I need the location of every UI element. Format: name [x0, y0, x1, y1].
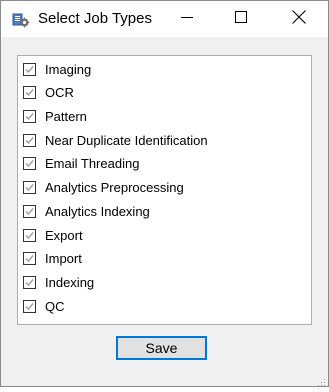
job-type-label: Import: [45, 250, 82, 266]
job-type-label: Pattern: [45, 108, 87, 124]
save-button[interactable]: Save: [116, 336, 207, 360]
checkbox[interactable]: [23, 228, 36, 242]
job-type-label: Email Threading: [45, 155, 140, 171]
minimize-button[interactable]: [164, 1, 210, 37]
job-type-label: Near Duplicate Identification: [45, 132, 208, 148]
job-type-export[interactable]: Export: [23, 225, 83, 245]
checkbox[interactable]: [23, 180, 36, 194]
job-type-label: Analytics Indexing: [45, 203, 150, 219]
job-type-analytics-indexing[interactable]: Analytics Indexing: [23, 201, 150, 221]
job-types-app-icon: [12, 11, 30, 29]
job-type-email-threading[interactable]: Email Threading: [23, 153, 139, 173]
checkbox[interactable]: [23, 299, 36, 313]
select-job-types-dialog: Select Job Types Imaging OCR Pattern Nea…: [0, 0, 329, 387]
job-types-list: Imaging OCR Pattern Near Duplicate Ident…: [17, 55, 312, 325]
maximize-button[interactable]: [218, 1, 264, 37]
checkbox[interactable]: [23, 133, 36, 147]
job-type-pattern[interactable]: Pattern: [23, 106, 87, 126]
maximize-icon: [235, 10, 247, 28]
job-type-label: QC: [45, 298, 65, 314]
close-icon: [292, 9, 306, 29]
job-type-imaging[interactable]: Imaging: [23, 59, 91, 79]
window-title: Select Job Types: [38, 10, 152, 27]
job-type-import[interactable]: Import: [23, 248, 82, 268]
close-button[interactable]: [276, 1, 322, 37]
checkbox[interactable]: [23, 85, 36, 99]
checkbox[interactable]: [23, 275, 36, 289]
resize-grip-icon[interactable]: [316, 374, 326, 386]
checkbox[interactable]: [23, 109, 36, 123]
job-type-label: Analytics Preprocessing: [45, 179, 184, 195]
job-type-label: Export: [45, 227, 83, 243]
job-type-analytics-preprocessing[interactable]: Analytics Preprocessing: [23, 177, 184, 197]
job-type-label: Indexing: [45, 274, 95, 290]
job-type-label: OCR: [45, 84, 74, 100]
job-type-near-duplicate-identification[interactable]: Near Duplicate Identification: [23, 130, 208, 150]
job-type-indexing[interactable]: Indexing: [23, 272, 94, 292]
checkbox[interactable]: [23, 156, 36, 170]
checkbox[interactable]: [23, 251, 36, 265]
title-bar[interactable]: Select Job Types: [1, 1, 328, 37]
minimize-icon: [181, 10, 193, 28]
job-type-qc[interactable]: QC: [23, 296, 65, 316]
checkbox[interactable]: [23, 62, 36, 76]
checkbox[interactable]: [23, 204, 36, 218]
job-type-ocr[interactable]: OCR: [23, 82, 74, 102]
job-type-label: Imaging: [45, 61, 92, 77]
